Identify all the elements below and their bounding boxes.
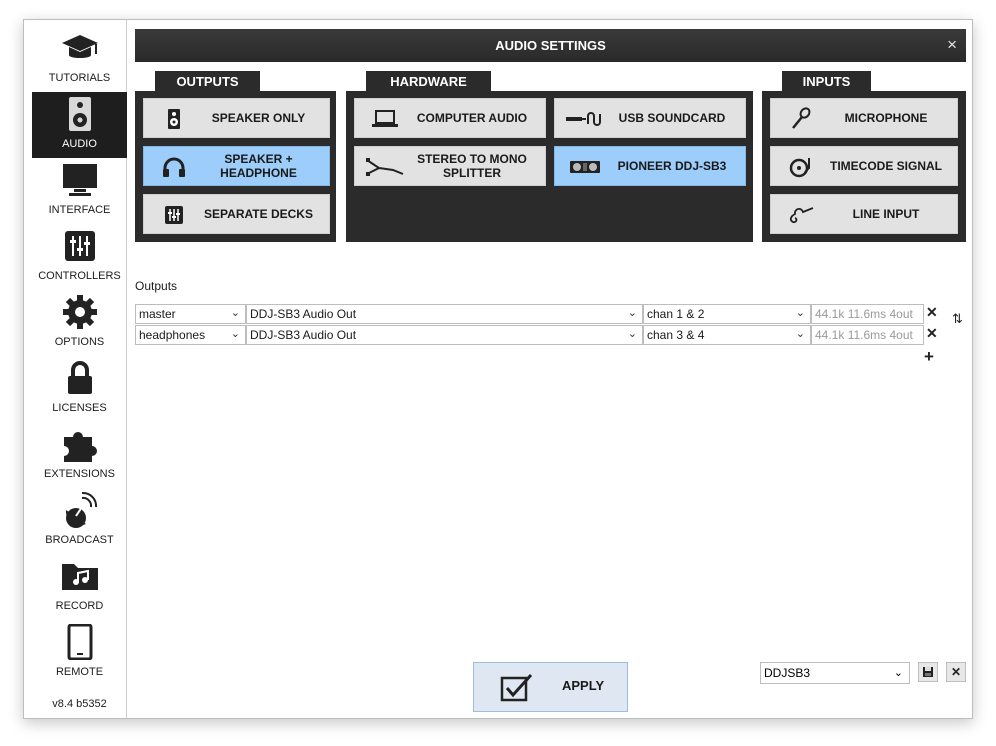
microphone-button[interactable]: MICROPHONE	[770, 98, 958, 138]
sidebar-item-broadcast[interactable]: BROADCAST	[32, 488, 127, 554]
speaker-icon	[32, 96, 127, 132]
audio-settings-window: TUTORIALS AUDIO INTERFACE CONTROLLERS OP…	[23, 19, 973, 719]
turntable-icon	[781, 153, 821, 181]
monitor-icon	[32, 162, 127, 198]
stereo-mono-splitter-button[interactable]: STEREO TO MONO SPLITTER	[354, 146, 546, 186]
sidebar-item-label: EXTENSIONS	[44, 468, 115, 480]
line-input-button[interactable]: LINE INPUT	[770, 194, 958, 234]
device-select[interactable]: DDJ-SB3 Audio Out ⌄	[246, 304, 643, 324]
speaker-only-button[interactable]: SPEAKER ONLY	[143, 98, 330, 138]
gear-icon	[32, 294, 127, 330]
page-title: AUDIO SETTINGS	[495, 38, 606, 53]
inputs-group-label: INPUTS	[782, 71, 871, 92]
sidebar-item-licenses[interactable]: LICENSES	[32, 356, 127, 422]
channel-select[interactable]: headphones ⌄	[135, 325, 246, 345]
sidebar-item-options[interactable]: OPTIONS	[32, 290, 127, 356]
usb-cable-icon	[565, 105, 605, 133]
sidebar-item-record[interactable]: RECORD	[32, 554, 127, 620]
channel-select[interactable]: master ⌄	[135, 304, 246, 324]
timecode-signal-button[interactable]: TIMECODE SIGNAL	[770, 146, 958, 186]
speaker-headphone-button[interactable]: SPEAKER + HEADPHONE	[143, 146, 330, 186]
usb-soundcard-button[interactable]: USB SOUNDCARD	[554, 98, 746, 138]
music-folder-icon	[32, 558, 127, 594]
apply-button[interactable]: APPLY	[473, 662, 628, 712]
audio-jack-icon	[781, 201, 821, 229]
floppy-disk-icon	[923, 667, 933, 677]
tablet-icon	[32, 624, 127, 660]
mixer-icon	[154, 201, 194, 229]
sidebar-item-label: INTERFACE	[48, 204, 111, 216]
delete-preset-button[interactable]: ✕	[946, 662, 966, 682]
sliders-icon	[32, 228, 127, 264]
computer-audio-button[interactable]: COMPUTER AUDIO	[354, 98, 546, 138]
splitter-cable-icon	[365, 153, 405, 181]
sidebar-item-label: OPTIONS	[54, 336, 105, 348]
device-select[interactable]: DDJ-SB3 Audio Out ⌄	[246, 325, 643, 345]
chan-select[interactable]: chan 3 & 4 ⌄	[643, 325, 811, 345]
sidebar-item-interface[interactable]: INTERFACE	[32, 158, 127, 224]
sidebar-item-label: CONTROLLERS	[38, 270, 121, 282]
separate-decks-button[interactable]: SEPARATE DECKS	[143, 194, 330, 234]
version-label: v8.4 b5352	[52, 698, 107, 710]
outputs-group-label: OUTPUTS	[155, 71, 260, 92]
chan-select[interactable]: chan 1 & 2 ⌄	[643, 304, 811, 324]
hardware-group-label: HARDWARE	[366, 71, 491, 92]
sidebar-item-extensions[interactable]: EXTENSIONS	[32, 422, 127, 488]
lock-icon	[32, 360, 127, 396]
microphone-icon	[781, 105, 821, 133]
swap-outputs-icon[interactable]: ⇅	[952, 311, 963, 327]
dj-controller-icon	[565, 153, 605, 181]
output-info: 44.1k 11.6ms 4out	[811, 304, 924, 324]
chevron-down-icon: ⌄	[230, 328, 240, 340]
save-preset-button[interactable]	[918, 662, 938, 682]
graduation-cap-icon	[32, 30, 127, 66]
sidebar-item-controllers[interactable]: CONTROLLERS	[32, 224, 127, 290]
chevron-down-icon: ⌄	[627, 328, 637, 340]
add-output-icon[interactable]: +	[924, 347, 934, 367]
output-info: 44.1k 11.6ms 4out	[811, 325, 924, 345]
headphone-icon	[154, 153, 194, 181]
chevron-down-icon: ⌄	[795, 328, 805, 340]
puzzle-icon	[32, 426, 127, 462]
sidebar-item-remote[interactable]: REMOTE	[32, 620, 127, 686]
sidebar-item-label: TUTORIALS	[48, 72, 111, 84]
outputs-section-label: Outputs	[135, 279, 178, 293]
pioneer-ddj-sb3-button[interactable]: PIONEER DDJ-SB3	[554, 146, 746, 186]
chevron-down-icon: ⌄	[795, 307, 805, 319]
satellite-dish-icon	[32, 491, 127, 528]
speaker-icon	[154, 105, 194, 133]
sidebar: TUTORIALS AUDIO INTERFACE CONTROLLERS OP…	[24, 20, 127, 718]
sidebar-item-tutorials[interactable]: TUTORIALS	[32, 26, 127, 92]
chevron-down-icon: ⌄	[627, 307, 637, 319]
checkbox-check-icon	[500, 672, 534, 707]
chevron-down-icon: ⌄	[893, 667, 903, 679]
remove-row-icon[interactable]: ✕	[926, 304, 938, 321]
sidebar-item-label: LICENSES	[52, 402, 107, 414]
sidebar-item-label: BROADCAST	[45, 534, 114, 546]
sidebar-item-label: RECORD	[55, 600, 104, 612]
laptop-icon	[365, 105, 405, 133]
sidebar-item-label: REMOTE	[55, 666, 104, 678]
sidebar-item-audio[interactable]: AUDIO	[32, 92, 127, 158]
close-icon[interactable]: ×	[947, 35, 957, 55]
chevron-down-icon: ⌄	[230, 307, 240, 319]
sidebar-item-label: AUDIO	[62, 138, 97, 150]
remove-row-icon[interactable]: ✕	[926, 325, 938, 342]
preset-select[interactable]: DDJSB3 ⌄	[760, 662, 910, 684]
title-bar: AUDIO SETTINGS ×	[135, 29, 966, 62]
